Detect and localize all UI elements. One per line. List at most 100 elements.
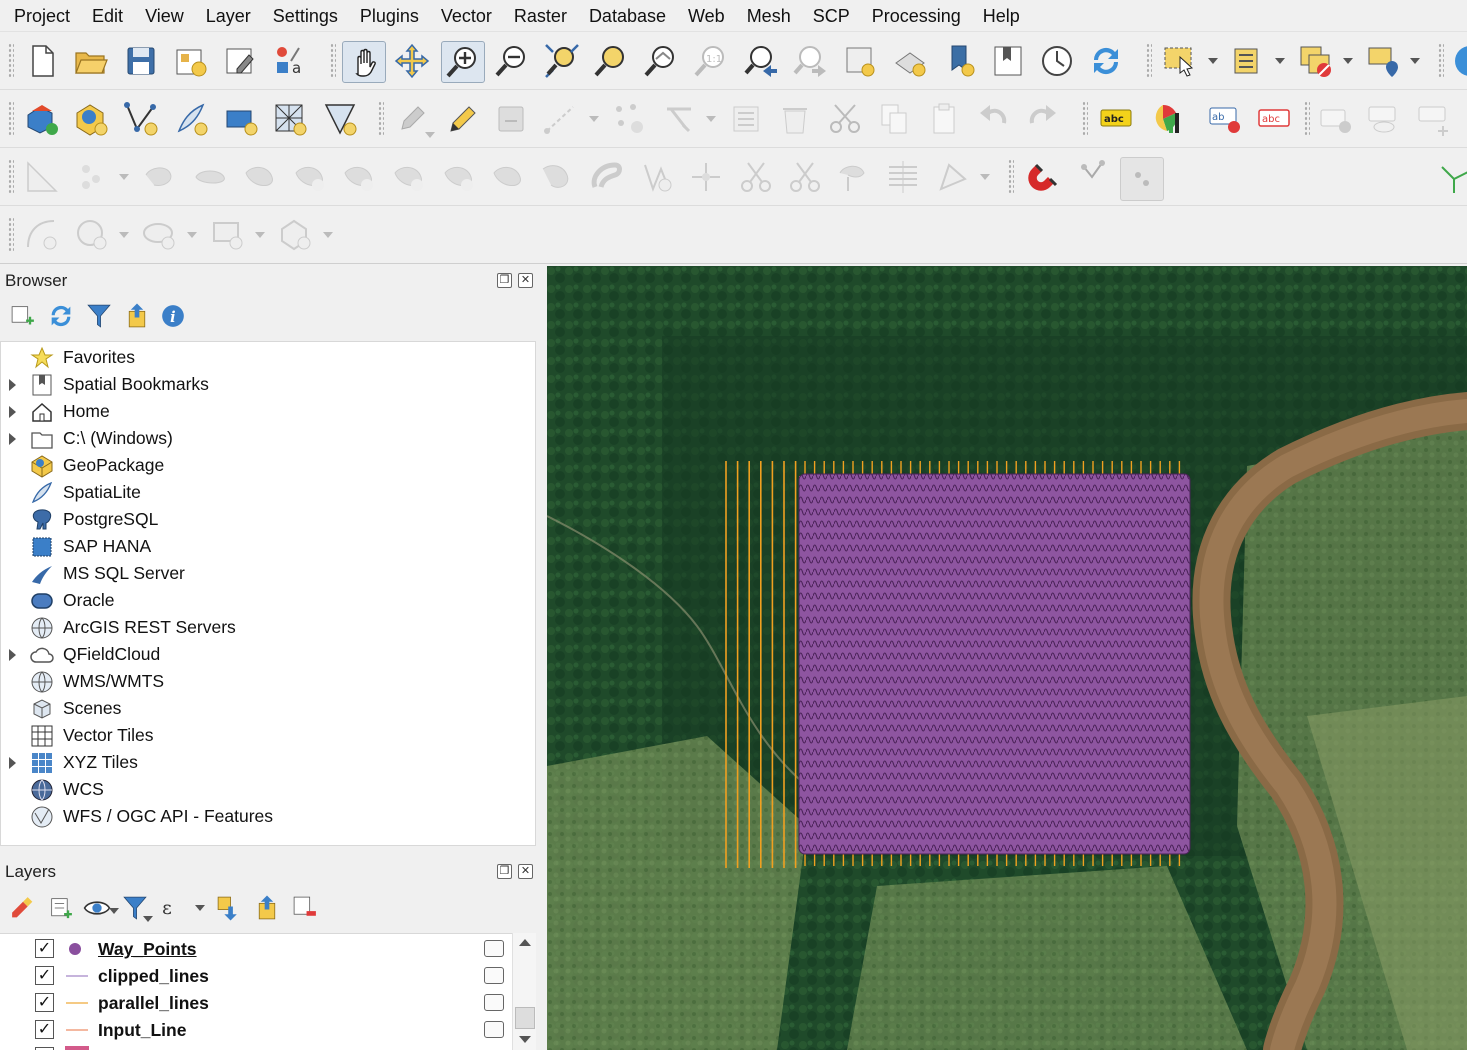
identify-features-icon[interactable] [1364,41,1404,81]
save-layer-edits-icon[interactable] [491,99,531,139]
browser-item-postgresql[interactable]: PostgreSQL [1,506,537,533]
style-manager-icon[interactable]: a [270,41,310,81]
tracing-icon[interactable] [1436,157,1467,197]
modify-attributes-icon[interactable] [659,99,699,139]
scroll-down-icon[interactable] [519,1036,531,1043]
menu-view[interactable]: View [134,0,195,32]
add-ellipse-icon[interactable] [140,215,180,255]
layer-indicator-icon[interactable] [484,994,504,1011]
rotate-label-icon[interactable] [1414,99,1454,139]
trim-extend-icon[interactable] [637,157,677,197]
new-geopackage-layer-icon[interactable] [71,99,111,139]
layout-manager-icon[interactable] [221,41,261,81]
toolbar-grip[interactable] [8,43,14,79]
browser-item-sap-hana[interactable]: SAP HANA [1,533,537,560]
data-source-manager-icon[interactable] [22,99,62,139]
expand-arrow-icon[interactable] [9,405,16,418]
open-project-icon[interactable] [71,41,111,81]
layer-indicator-icon[interactable] [484,1021,504,1038]
menu-mesh[interactable]: Mesh [736,0,802,32]
layer-indicator-icon[interactable] [484,967,504,984]
digitize-line-icon[interactable] [541,99,581,139]
add-selected-layers-icon[interactable] [6,298,40,334]
filter-dropdown[interactable] [142,914,154,924]
add-ellipse-dropdown[interactable] [186,230,198,240]
toggle-editing-icon[interactable] [441,99,481,139]
pan-map-icon[interactable] [342,41,386,83]
layer-visibility-checkbox[interactable]: ✓ [35,939,54,958]
scroll-up-icon[interactable] [519,939,531,946]
browser-item-qfieldcloud[interactable]: QFieldCloud [1,641,537,668]
delete-selected-icon[interactable] [775,99,815,139]
menu-edit[interactable]: Edit [81,0,134,32]
show-hide-labels-icon[interactable] [1316,99,1356,139]
add-regular-polygon-icon[interactable] [276,215,316,255]
cut-features-icon[interactable] [825,99,865,139]
edit-attributes-icon[interactable] [726,99,766,139]
toolbar-grip[interactable] [330,43,336,79]
add-polygon-dropdown[interactable] [322,230,334,240]
merge-attributes-icon[interactable] [883,157,923,197]
browser-item-home[interactable]: Home [1,398,537,425]
deselect-dropdown[interactable] [1342,56,1354,66]
zoom-full-icon[interactable] [542,41,582,81]
browser-item-scenes[interactable]: Scenes [1,695,537,722]
reshape-features-icon[interactable] [488,157,528,197]
remove-layer-icon[interactable] [288,890,322,926]
new-mesh-layer-icon[interactable] [270,99,310,139]
snapping-layers-icon[interactable] [1120,157,1164,201]
menu-vector[interactable]: Vector [430,0,503,32]
close-panel-icon[interactable]: ✕ [518,273,533,288]
add-part-icon[interactable] [290,157,330,197]
menu-processing[interactable]: Processing [861,0,972,32]
new-project-icon[interactable] [22,41,62,81]
expand-all-icon[interactable] [212,890,246,926]
move-label-icon[interactable] [1364,99,1404,139]
modify-dropdown[interactable] [705,114,717,124]
layer-indicator-icon[interactable] [484,940,504,957]
add-group-icon[interactable] [44,890,78,926]
toolbar-grip[interactable] [8,217,14,253]
copy-features-icon[interactable] [874,99,914,139]
delete-ring-icon[interactable] [389,157,429,197]
vertex-tool-icon[interactable] [609,99,649,139]
filter-expression-icon[interactable]: ε [156,890,190,926]
menu-layer[interactable]: Layer [195,0,262,32]
snapping-type-icon[interactable] [1076,157,1116,197]
zoom-out-icon[interactable] [492,41,532,81]
new-virtual-layer-icon[interactable] [221,99,261,139]
browser-item-mssql[interactable]: MS SQL Server [1,560,537,587]
new-temporary-layer-icon[interactable] [320,99,360,139]
layer-row-clipped-lines[interactable]: ✓ clipped_lines [0,962,512,989]
help-icon[interactable] [1450,41,1467,81]
add-circular-string-icon[interactable] [22,215,62,255]
layer-row-way-points[interactable]: ✓ Way_Points [0,935,512,962]
panel-splitter[interactable] [538,266,546,1050]
zoom-last-icon[interactable] [741,41,781,81]
zoom-in-icon[interactable] [441,41,485,83]
current-edits-dropdown[interactable] [424,130,436,140]
collapse-all-icon[interactable] [120,298,154,334]
new-shapefile-layer-icon[interactable] [121,99,161,139]
new-3d-map-view-icon[interactable] [890,41,930,81]
expand-arrow-icon[interactable] [9,648,16,661]
redo-icon[interactable] [1022,99,1062,139]
browser-item-favorites[interactable]: Favorites [1,344,537,371]
layer-visibility-checkbox[interactable]: ✓ [35,966,54,985]
layers-scrollbar[interactable] [512,933,536,1050]
delete-part-icon[interactable] [439,157,479,197]
browser-item-spatialite[interactable]: SpatiaLite [1,479,537,506]
toolbar-grip[interactable] [8,101,14,137]
new-map-view-icon[interactable] [840,41,880,81]
split-parts-icon[interactable] [686,157,726,197]
add-points-icon[interactable] [76,157,116,197]
float-panel-icon[interactable]: ❐ [497,864,512,879]
menu-raster[interactable]: Raster [503,0,578,32]
deselect-features-icon[interactable] [1296,41,1336,81]
add-points-dropdown[interactable] [118,172,130,182]
paste-features-icon[interactable] [924,99,964,139]
zoom-to-layer-icon[interactable] [641,41,681,81]
snapping-magnet-icon[interactable] [1022,157,1062,197]
browser-item-wcs[interactable]: WCS [1,776,537,803]
browser-item-spatial-bookmarks[interactable]: Spatial Bookmarks [1,371,537,398]
